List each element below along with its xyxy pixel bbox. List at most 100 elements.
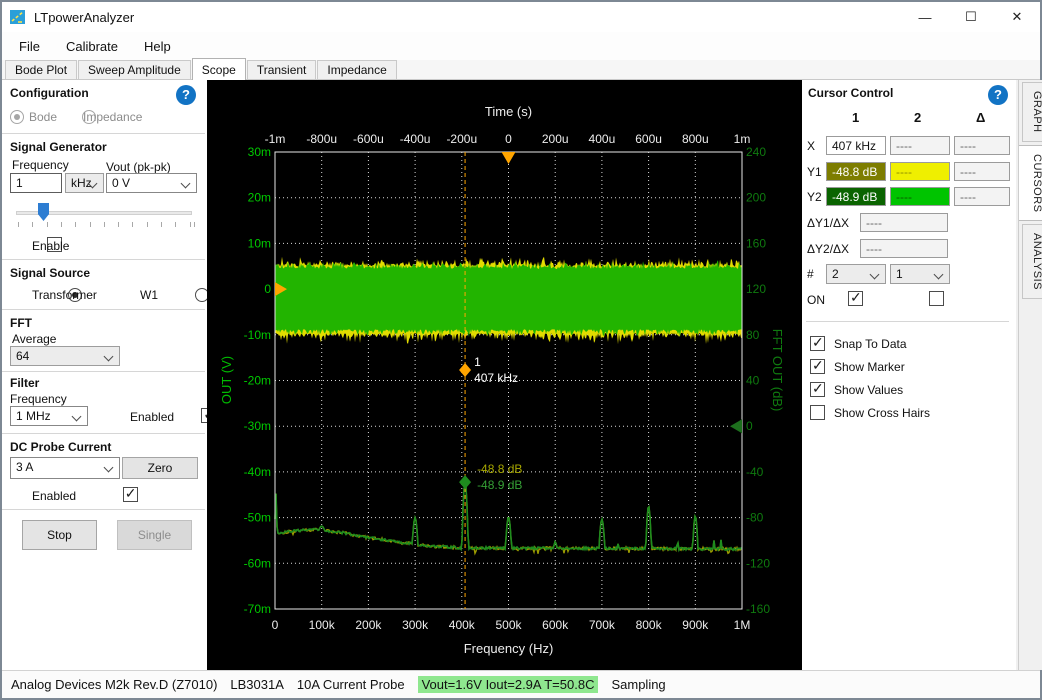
divider — [2, 309, 205, 310]
right-tick-label: 40 — [746, 374, 760, 388]
single-button[interactable]: Single — [117, 520, 192, 550]
checkbox-show-cross-hairs[interactable] — [810, 405, 825, 420]
zero-button[interactable]: Zero — [122, 457, 198, 479]
radio-transformer-label: Transformer — [32, 288, 97, 302]
status-state: Sampling — [611, 677, 665, 692]
left-tick-label: -30m — [244, 419, 271, 433]
divider — [2, 133, 205, 134]
dc-probe-select[interactable]: 3 A — [10, 457, 120, 479]
menu-help[interactable]: Help — [131, 34, 184, 59]
slider-tick — [118, 222, 119, 227]
left-tick-label: -20m — [244, 374, 271, 388]
frequency-label: Frequency — [12, 158, 69, 172]
top-axis-title: Time (s) — [485, 104, 532, 119]
checkbox-snap-to-data[interactable] — [810, 336, 825, 351]
menu-calibrate[interactable]: Calibrate — [53, 34, 131, 59]
right-tick-label: 200 — [746, 191, 766, 205]
tab-scope[interactable]: Scope — [192, 58, 246, 80]
slider-tick — [47, 222, 48, 227]
scope-plot-area[interactable]: -1m-800u-600u-400u-200u0200u400u600u800u… — [207, 80, 802, 670]
divider — [2, 259, 205, 260]
cursor-x-marker[interactable] — [459, 363, 471, 377]
checkbox-show-values[interactable] — [810, 382, 825, 397]
radio-bode[interactable] — [10, 110, 24, 124]
bottom-tick-label: 1M — [734, 618, 751, 632]
slider-tick — [147, 222, 148, 227]
top-tick-label: -800u — [306, 132, 337, 146]
status-board: LB3031A — [230, 677, 284, 692]
cursor2-y1-value: ---- — [890, 162, 950, 181]
frequency-slider-thumb[interactable] — [38, 203, 49, 221]
top-tick-label: 800u — [682, 132, 709, 146]
side-tab-analysis[interactable]: ANALYSIS — [1022, 224, 1042, 299]
fft-average-label: Average — [12, 332, 56, 346]
frequency-input[interactable]: 1 — [10, 173, 62, 193]
app-window: LTpowerAnalyzer — ☐ ✕ FileCalibrateHelp … — [0, 0, 1042, 700]
slider-tick — [18, 222, 19, 227]
slider-tick — [190, 222, 191, 227]
cursor-on-label: ON — [807, 293, 825, 307]
maximize-icon[interactable]: ☐ — [948, 2, 994, 32]
cursor1-y1-value: -48.8 dB — [826, 162, 886, 181]
dy2dx-value: ---- — [860, 239, 948, 258]
cursor-peak-marker[interactable] — [459, 475, 471, 489]
slider-tick — [61, 222, 62, 227]
time-zero-marker — [502, 152, 516, 164]
checkbox-show-marker[interactable] — [810, 359, 825, 374]
tab-strip: Bode PlotSweep AmplitudeScopeTransientIm… — [2, 60, 1040, 80]
tab-impedance[interactable]: Impedance — [317, 60, 396, 79]
config-sidebar: Configuration ? Bode Impedance Signal Ge… — [2, 80, 207, 670]
dc-probe-title: DC Probe Current — [10, 440, 111, 454]
cursor-y2-label: -48.9 dB — [477, 478, 522, 492]
right-tick-label: -120 — [746, 556, 770, 570]
vout-select[interactable]: 0 V — [106, 173, 197, 193]
divider — [2, 509, 205, 510]
help-icon-configuration[interactable]: ? — [176, 85, 196, 105]
frequency-unit-select[interactable]: kHz — [65, 173, 104, 193]
tab-transient[interactable]: Transient — [247, 60, 317, 79]
side-tab-strip: GRAPH CURSORSANALYSIS — [1018, 80, 1042, 670]
radio-w1-label: W1 — [140, 288, 158, 302]
cursor-control-panel: Cursor Control ? 1 2 Δ X 407 kHz ---- --… — [802, 80, 1016, 670]
close-icon[interactable]: ✕ — [994, 2, 1040, 32]
dc-probe-enabled-checkbox[interactable] — [123, 487, 138, 502]
side-tab-graph[interactable]: GRAPH — [1022, 82, 1042, 142]
cursor1-on-checkbox[interactable] — [848, 291, 863, 306]
menu-file[interactable]: File — [6, 34, 53, 59]
minimize-icon[interactable]: — — [902, 2, 948, 32]
window-controls: — ☐ ✕ — [902, 2, 1040, 32]
right-tick-label: 80 — [746, 328, 760, 342]
bottom-tick-label: 800k — [636, 618, 663, 632]
tab-bode-plot[interactable]: Bode Plot — [5, 60, 77, 79]
filter-frequency-label: Frequency — [10, 392, 67, 406]
left-tick-label: -70m — [244, 602, 271, 616]
top-tick-label: -600u — [353, 132, 384, 146]
stop-button[interactable]: Stop — [22, 520, 97, 550]
help-icon-cursor[interactable]: ? — [988, 85, 1008, 105]
option-label-show-marker: Show Marker — [834, 360, 905, 374]
fft-average-select[interactable]: 64 — [10, 346, 120, 366]
left-tick-label: -10m — [244, 328, 271, 342]
cursor2-count-select[interactable]: 1 — [890, 264, 950, 284]
filter-frequency-select[interactable]: 1 MHz — [10, 406, 88, 426]
cursor1-count-select[interactable]: 2 — [826, 264, 886, 284]
side-tab-cursors[interactable]: CURSORS — [1019, 145, 1042, 222]
bottom-tick-label: 900k — [682, 618, 709, 632]
status-probe: 10A Current Probe — [297, 677, 405, 692]
scope-plot[interactable]: -1m-800u-600u-400u-200u0200u400u600u800u… — [207, 80, 802, 670]
top-tick-label: -1m — [265, 132, 286, 146]
app-icon — [10, 9, 26, 25]
cursor-control-title: Cursor Control — [808, 86, 893, 100]
cursor-y1-label: -48.8 dB — [477, 462, 522, 476]
vout-label: Vout (pk-pk) — [106, 160, 171, 174]
cursor2-y2-value: ---- — [890, 187, 950, 206]
cursor2-on-checkbox[interactable] — [929, 291, 944, 306]
y1-row-label: Y1 — [807, 165, 822, 179]
menu-bar: FileCalibrateHelp — [2, 32, 1040, 60]
fft-zero-marker — [730, 419, 742, 433]
top-tick-label: 400u — [589, 132, 616, 146]
tab-sweep-amplitude[interactable]: Sweep Amplitude — [78, 60, 191, 79]
bottom-axis-title: Frequency (Hz) — [464, 641, 554, 656]
cursor-col-2: 2 — [914, 110, 921, 125]
option-label-show-values: Show Values — [834, 383, 903, 397]
